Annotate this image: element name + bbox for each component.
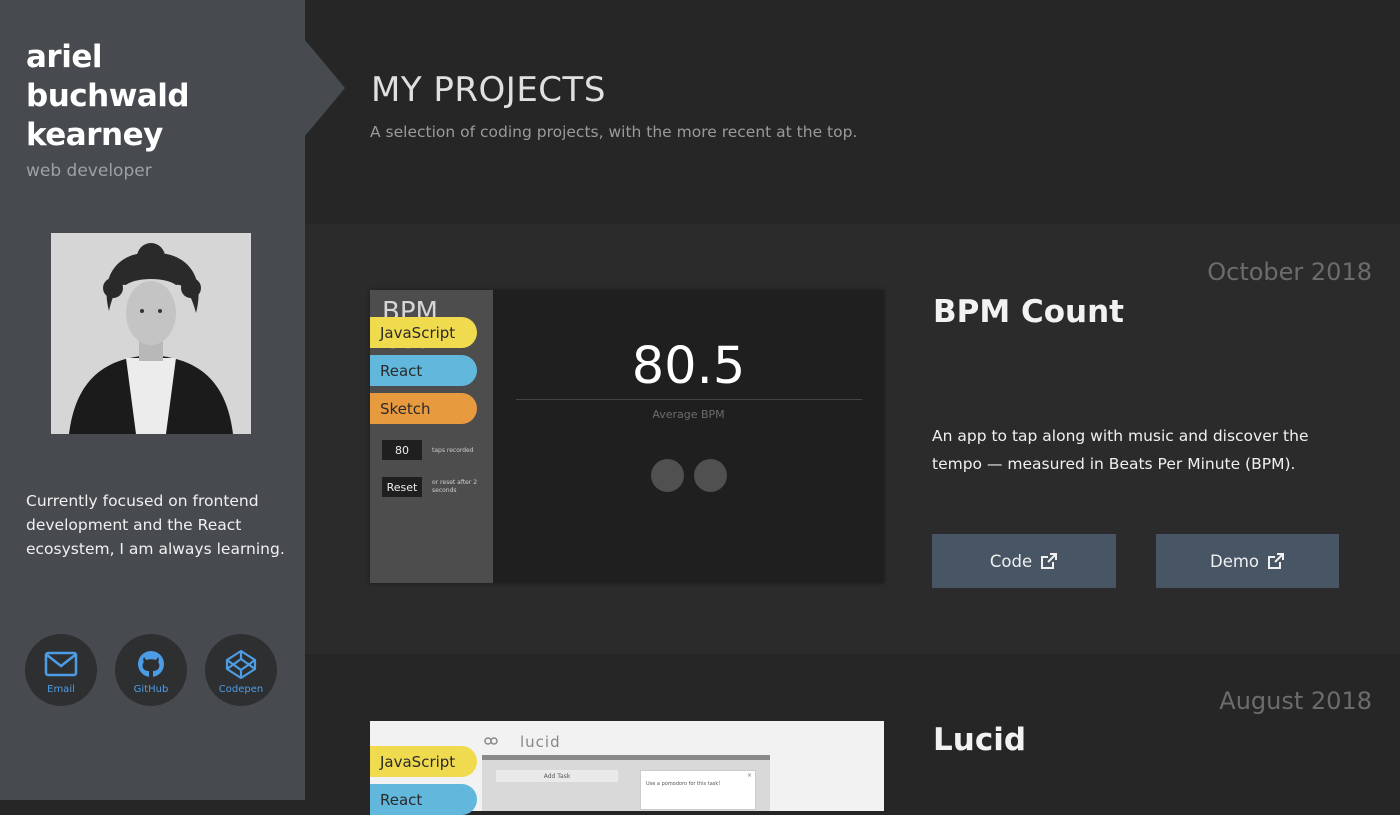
sidebar: ariel buchwald kearney web developer Cur… — [0, 0, 345, 800]
codepen-icon — [225, 649, 257, 679]
preview-logo: lucid — [520, 733, 561, 751]
portrait-image — [51, 233, 251, 434]
page-subtitle: A selection of coding projects, with the… — [370, 123, 858, 141]
tag-javascript: JavaScript — [370, 746, 477, 777]
preview-window: Add Task × Use a pomodoro for this task! — [482, 755, 770, 811]
preview-placeholder: Use a pomodoro for this task! — [646, 781, 721, 787]
sidebar-arrow — [305, 40, 345, 136]
project-date: October 2018 — [1207, 258, 1372, 286]
page-title: MY PROJECTS — [371, 70, 606, 110]
github-icon — [138, 651, 164, 677]
profile-bio: Currently focused on frontend developmen… — [26, 492, 285, 558]
external-link-icon — [1268, 553, 1285, 569]
codepen-label: Codepen — [218, 684, 264, 695]
preview-divider — [516, 399, 862, 400]
codepen-link[interactable]: Codepen — [205, 634, 277, 706]
project-title: Lucid — [933, 722, 1027, 758]
tag-react: React — [370, 355, 477, 386]
demo-button-label: Demo — [1209, 551, 1260, 571]
github-label: GitHub — [133, 684, 169, 695]
demo-button[interactable]: Demo — [1156, 534, 1339, 588]
preview-add-task: Add Task — [496, 770, 618, 782]
envelope-icon — [44, 651, 78, 677]
preview-tap-dot — [651, 459, 684, 492]
code-button-label: Code — [989, 551, 1033, 571]
preview-bpm-caption: Average BPM — [652, 408, 725, 421]
external-link-icon — [1041, 553, 1058, 569]
project-date: August 2018 — [1219, 687, 1372, 715]
email-label: Email — [47, 684, 75, 695]
project-card-lucid: August 2018 lucid Add Task × Use a pomod… — [305, 654, 1400, 815]
tag-javascript: JavaScript — [370, 317, 477, 348]
preview-tap-dot — [694, 459, 727, 492]
profile-photo — [51, 233, 251, 434]
name-line-1: ariel — [26, 39, 102, 75]
project-card-bpm-count: October 2018 BPM Count 80 taps recorded … — [305, 224, 1400, 654]
preview-reset-button: Reset — [382, 477, 422, 497]
project-description: An app to tap along with music and disco… — [932, 427, 1309, 473]
name-line-2: buchwald — [26, 78, 190, 114]
profile-role: web developer — [26, 161, 152, 181]
preview-reset-hint: or reset after 2 seconds — [432, 479, 478, 494]
code-button[interactable]: Code — [932, 534, 1116, 588]
preview-panel: × Use a pomodoro for this task! — [640, 770, 756, 810]
infinity-logo-icon — [484, 737, 498, 745]
preview-bpm-value: 80.5 — [631, 337, 746, 396]
github-link[interactable]: GitHub — [115, 634, 187, 706]
preview-taps-value: 80 — [382, 440, 422, 460]
name-line-3: kearney — [26, 117, 163, 153]
email-link[interactable]: Email — [25, 634, 97, 706]
close-icon: × — [746, 772, 752, 779]
preview-taps-label: taps recorded — [432, 447, 474, 454]
profile-name: ariel buchwald kearney — [26, 38, 296, 155]
project-title: BPM Count — [933, 294, 1124, 330]
tag-sketch: Sketch — [370, 393, 477, 424]
